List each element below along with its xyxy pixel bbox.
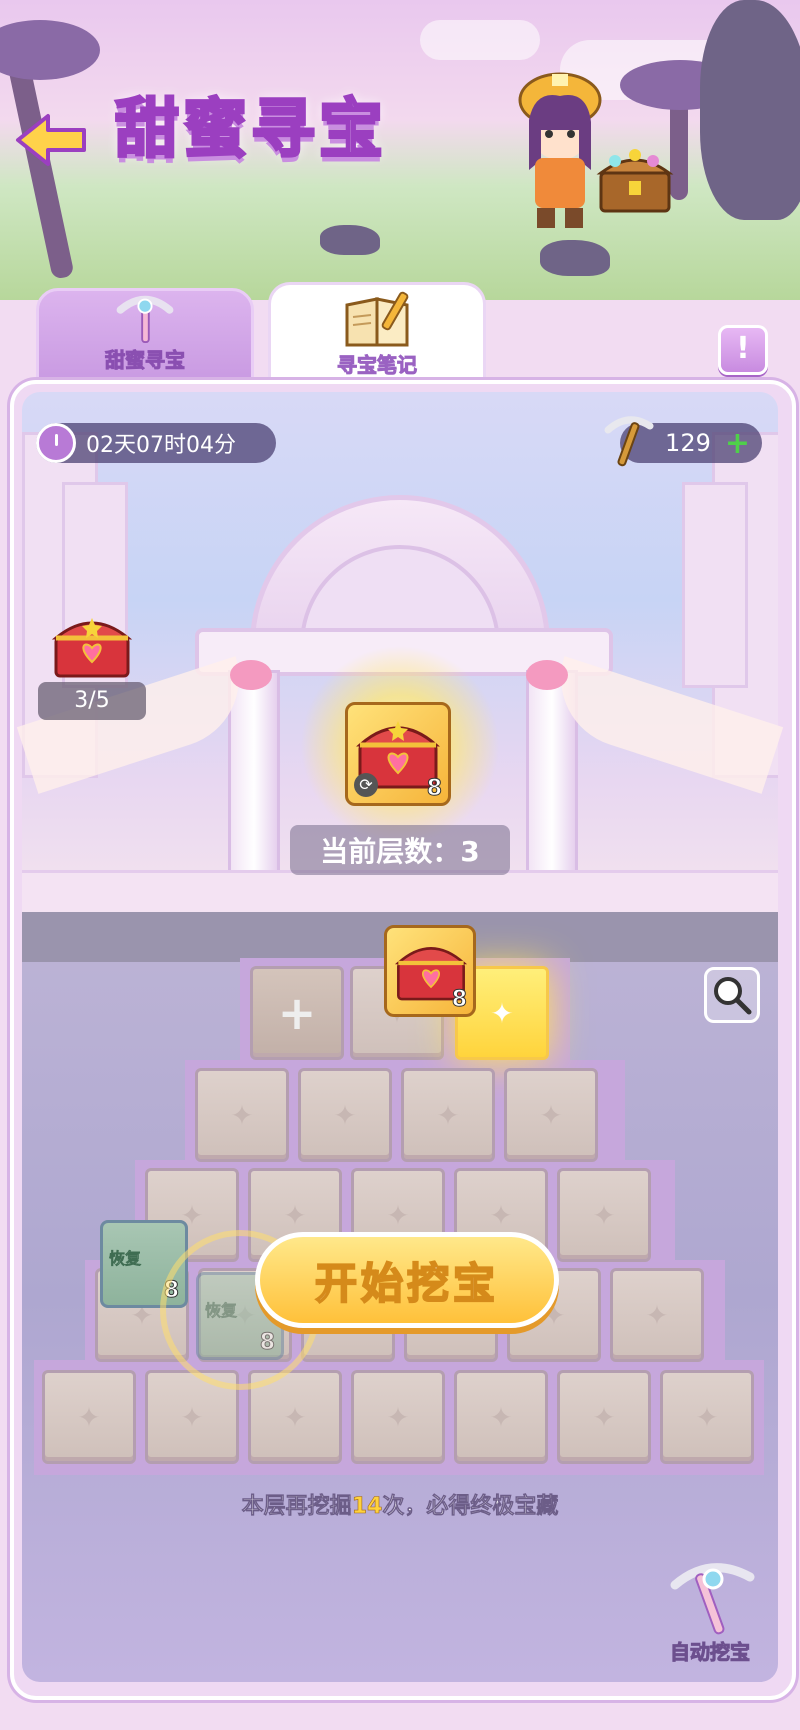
reward-count: 8 [426, 776, 442, 802]
hint-prefix: 本层再挖掘 [241, 1494, 352, 1520]
auto-dig-label: 自动挖宝 [670, 1640, 751, 1665]
magnifier-icon [714, 977, 752, 1015]
hint-number: 14 [351, 1494, 383, 1520]
dig-tile[interactable]: ✦ [401, 1068, 495, 1162]
page-title: 甜蜜寻宝 [114, 92, 387, 169]
dig-tile[interactable]: ✦ [195, 1068, 289, 1162]
refresh-icon[interactable]: ⟳ [354, 773, 378, 797]
dig-tile[interactable]: ✦ [557, 1370, 651, 1464]
rock [540, 240, 610, 276]
tab-label: 甜蜜寻宝 [105, 348, 186, 373]
revealed-chest[interactable]: 8 [384, 925, 476, 1017]
tree [0, 20, 100, 80]
tab-treasure-notes[interactable]: 寻宝笔记 [268, 282, 486, 386]
pink-bow-icon [230, 660, 272, 690]
magic-pickaxe-icon [670, 1563, 755, 1635]
dig-tile[interactable]: ✦ [351, 1370, 445, 1464]
back-arrow-icon [16, 114, 86, 166]
dig-tile[interactable]: ✦ [298, 1068, 392, 1162]
dig-tile[interactable]: ✦ [610, 1268, 704, 1362]
timer-text: 02天07时04分 [86, 433, 236, 458]
chest-progress: 3/5 [38, 682, 146, 720]
dig-tile[interactable]: ✦ [42, 1370, 136, 1464]
treasure-chest-icon [596, 149, 674, 213]
wall-block [682, 482, 748, 688]
tab-sweet-treasure[interactable]: 甜蜜寻宝 [36, 288, 254, 384]
pillar-left [228, 670, 280, 876]
cliff [700, 0, 800, 220]
start-dig-button[interactable]: 开始挖宝 [255, 1232, 559, 1328]
current-reward-chest[interactable]: ⟳ 8 [345, 702, 451, 806]
back-button[interactable] [12, 108, 92, 172]
dig-tile[interactable]: ✦ [557, 1168, 651, 1262]
dig-tile[interactable]: ✦ [504, 1068, 598, 1162]
search-button[interactable] [704, 967, 760, 1023]
revealed-count: 8 [451, 987, 467, 1013]
pink-bow-icon [526, 660, 568, 690]
dig-tile-add[interactable]: + [250, 966, 344, 1060]
pickaxe-count: 129 [665, 429, 711, 457]
stopwatch-icon [36, 423, 76, 463]
rock [320, 225, 380, 255]
item-label: 恢复 [205, 1301, 238, 1321]
pickaxe-icon [116, 295, 174, 344]
cloud [420, 20, 540, 60]
notebook-icon [345, 291, 409, 347]
dig-tile[interactable]: ✦ [454, 1370, 548, 1464]
info-button[interactable]: ! [718, 325, 768, 375]
exclamation-icon: ! [736, 331, 750, 366]
item-label: 恢复 [109, 1249, 142, 1269]
hint-suffix: 次，必得终极宝藏 [382, 1494, 559, 1520]
heart-chest-icon [51, 618, 133, 678]
item-count: 8 [259, 1330, 275, 1356]
auto-dig-button[interactable]: 自动挖宝 [655, 1555, 765, 1665]
pickaxe-icon [604, 416, 654, 467]
header-scene: 甜蜜寻宝 [0, 0, 800, 300]
dig-hint: 本层再挖掘14次，必得终极宝藏 [22, 1488, 778, 1520]
add-pickaxe-button[interactable]: + [725, 426, 750, 461]
event-timer: 02天07时04分 [36, 423, 276, 463]
tab-label: 寻宝笔记 [337, 353, 418, 378]
current-level: 当前层数：3 [290, 825, 510, 875]
dig-tile[interactable]: ✦ [660, 1370, 754, 1464]
